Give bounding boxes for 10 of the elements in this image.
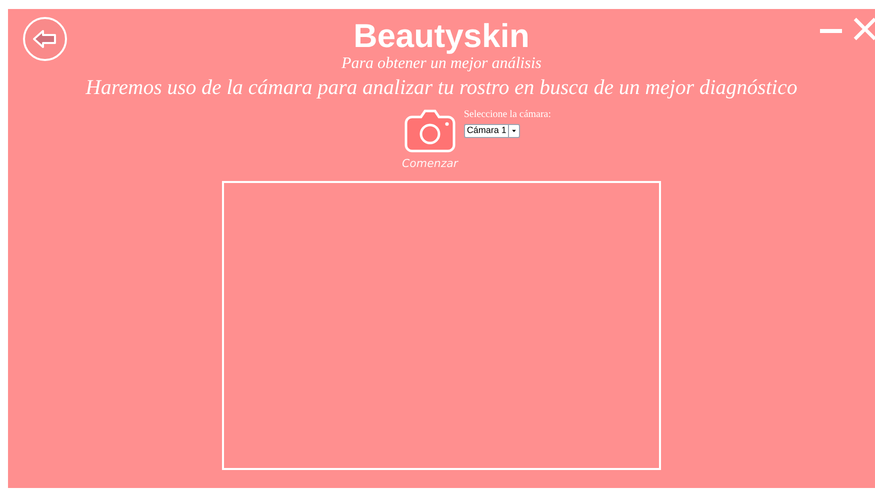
back-button[interactable] bbox=[23, 17, 67, 61]
back-arrow-icon bbox=[32, 28, 58, 50]
app-title: Beautyskin bbox=[353, 17, 530, 55]
camera-select[interactable]: Cámara 1 bbox=[464, 124, 520, 138]
camera-icon bbox=[404, 109, 456, 153]
camera-select-label: Seleccione la cámara: bbox=[464, 109, 552, 121]
minimize-icon[interactable] bbox=[820, 28, 842, 34]
subtitle: Para obtener un mejor análisis bbox=[342, 55, 542, 73]
description: Haremos uso de la cámara para analizar tu rostro en busca de un mejor diagnóstico bbox=[86, 75, 798, 99]
close-icon[interactable] bbox=[853, 17, 875, 41]
